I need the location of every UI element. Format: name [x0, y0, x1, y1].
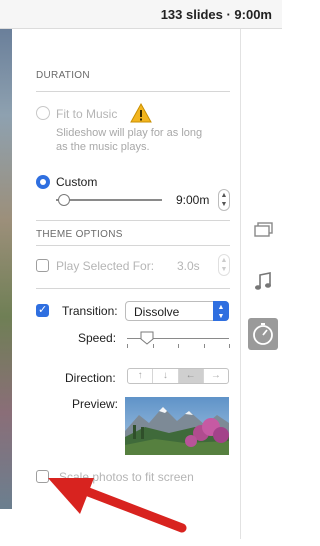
- fit-to-music-note-line2: as the music plays.: [56, 141, 150, 153]
- direction-label: Direction:: [65, 371, 116, 385]
- theme-options-top-divider: [36, 220, 230, 221]
- play-selected-label: Play Selected For:: [56, 259, 155, 273]
- transition-checkbox[interactable]: [36, 303, 49, 317]
- speed-slider-tick: [127, 344, 128, 348]
- timer-tab[interactable]: [248, 318, 278, 350]
- direction-segmented-control[interactable]: ↑ ↓ ← →: [127, 368, 229, 384]
- stepper-up-icon[interactable]: ▲: [219, 192, 229, 200]
- stepper-down-icon[interactable]: ▼: [219, 266, 229, 274]
- play-selected-stepper[interactable]: ▲ ▼: [218, 254, 230, 276]
- transition-preview-image: [125, 397, 229, 455]
- slideshow-summary: 133 slides · 9:00m: [160, 7, 272, 22]
- play-selected-value[interactable]: 3.0s: [177, 259, 200, 273]
- speed-label: Speed:: [78, 331, 117, 345]
- theme-options-divider: [36, 245, 230, 246]
- custom-duration-label: Custom: [56, 175, 98, 189]
- direction-option[interactable]: ↑: [128, 369, 154, 383]
- top-bar: 133 slides · 9:00m: [0, 0, 282, 29]
- duration-section-title: DURATION: [36, 70, 90, 81]
- transition-label: Transition:: [62, 304, 118, 318]
- fit-to-music-note-line1: Slideshow will play for as long: [56, 127, 203, 139]
- speed-slider-knob[interactable]: [140, 331, 154, 345]
- theme-options-section-title: THEME OPTIONS: [36, 229, 123, 240]
- fit-to-music-label: Fit to Music: [56, 107, 118, 121]
- transition-divider: [36, 288, 230, 289]
- speed-slider-tick: [203, 344, 205, 348]
- timer-icon: [253, 323, 273, 345]
- stepper-down-icon[interactable]: ▼: [219, 201, 229, 209]
- speed-slider-tick: [178, 344, 179, 348]
- custom-duration-slider-track[interactable]: [56, 199, 162, 201]
- speed-slider-tick: [229, 344, 230, 348]
- slide-thumbnail-strip[interactable]: [0, 29, 12, 509]
- duration-divider: [36, 91, 230, 92]
- direction-option[interactable]: ←: [178, 369, 204, 383]
- red-arrow-annotation: [48, 478, 187, 533]
- custom-duration-radio[interactable]: [36, 175, 50, 189]
- music-note-icon[interactable]: [254, 272, 272, 292]
- settings-panel: [12, 29, 241, 539]
- custom-duration-stepper[interactable]: ▲ ▼: [218, 189, 230, 211]
- transition-select[interactable]: Dissolve ▲ ▼: [125, 301, 229, 321]
- preview-label: Preview:: [72, 397, 119, 411]
- slides-icon[interactable]: [254, 222, 274, 238]
- warning-icon[interactable]: [130, 103, 152, 123]
- play-selected-checkbox[interactable]: [36, 259, 49, 272]
- select-arrows-icon: ▲ ▼: [213, 301, 229, 321]
- direction-option[interactable]: →: [204, 369, 228, 383]
- fit-to-music-radio[interactable]: [36, 106, 50, 120]
- stepper-up-icon[interactable]: ▲: [219, 257, 229, 265]
- direction-option[interactable]: ↓: [153, 369, 179, 383]
- custom-duration-value: 9:00m: [176, 193, 210, 207]
- slider-knob-icon: [140, 331, 154, 345]
- transition-select-value: Dissolve: [134, 305, 180, 319]
